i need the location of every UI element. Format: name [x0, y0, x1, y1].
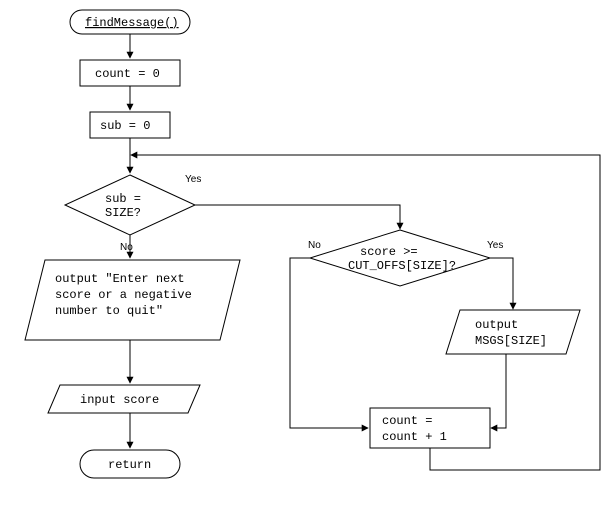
flowchart-canvas: findMessage() count = 0 sub = 0 sub = SI…: [0, 0, 610, 506]
edge-sub-no-label: No: [120, 242, 133, 253]
decision-sub-line1: sub =: [105, 192, 141, 206]
node-output-prompt: output "Enter next score or a negative n…: [25, 260, 240, 340]
output-prompt-line1: output "Enter next: [55, 272, 185, 286]
node-count-init: count = 0: [80, 60, 180, 86]
node-start: findMessage(): [70, 10, 190, 34]
start-label: findMessage(): [85, 16, 179, 30]
node-decision-sub: sub = SIZE?: [65, 175, 195, 235]
node-input-score: input score: [48, 385, 200, 413]
node-output-msg: output MSGS[SIZE]: [446, 310, 580, 354]
node-return: return: [80, 450, 180, 478]
count-init-label: count = 0: [95, 67, 160, 81]
edge-score-no: [290, 258, 368, 428]
count-inc-line2: count + 1: [382, 430, 447, 444]
decision-score-line1: score >=: [360, 245, 418, 259]
output-prompt-line3: number to quit": [55, 304, 163, 318]
node-decision-score: score >= CUT_OFFS[SIZE]?: [310, 230, 490, 286]
decision-score-line2: CUT_OFFS[SIZE]?: [348, 259, 456, 273]
edge-sub-yes: [195, 205, 400, 229]
return-label: return: [108, 458, 151, 472]
edge-msg-to-count: [491, 354, 506, 428]
edge-score-no-label: No: [308, 240, 321, 251]
output-msg-line2: MSGS[SIZE]: [475, 334, 547, 348]
node-sub-init: sub = 0: [90, 112, 170, 138]
decision-sub-line2: SIZE?: [105, 206, 141, 220]
node-count-increment: count = count + 1: [370, 408, 490, 448]
sub-init-label: sub = 0: [100, 119, 150, 133]
output-prompt-line2: score or a negative: [55, 288, 192, 302]
edge-sub-yes-label: Yes: [185, 174, 201, 185]
input-score-label: input score: [80, 393, 159, 407]
edge-score-yes-label: Yes: [487, 240, 503, 251]
output-msg-line1: output: [475, 318, 518, 332]
edge-score-yes: [490, 258, 513, 309]
count-inc-line1: count =: [382, 414, 432, 428]
